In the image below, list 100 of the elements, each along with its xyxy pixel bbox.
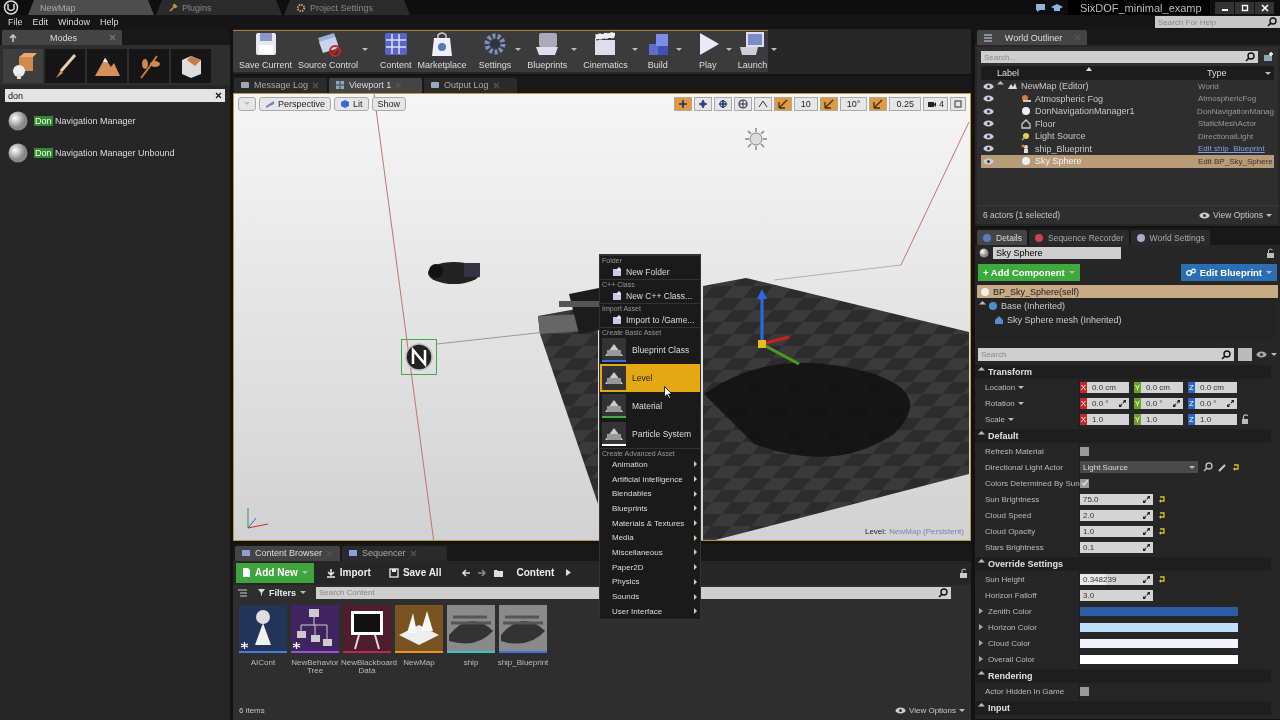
menu-item[interactable]: Animation (600, 457, 700, 472)
color-swatch[interactable] (1080, 606, 1238, 616)
category-header[interactable]: Input (975, 701, 1271, 715)
panel-tab[interactable]: Sequencer (342, 545, 447, 561)
expander-arrow-icon[interactable] (979, 624, 983, 630)
maximize-viewport-button[interactable] (950, 96, 966, 111)
asset-thumbnail[interactable] (343, 604, 391, 651)
forward-button[interactable] (477, 567, 488, 578)
menu-item[interactable]: Blueprint Class (600, 336, 700, 364)
asset-thumbnail[interactable] (447, 604, 495, 651)
outliner-row[interactable]: DonNavigationManager1 DonNavigationManag (981, 105, 1274, 118)
menu-item[interactable]: Blendables (600, 486, 700, 502)
mode-button[interactable] (171, 49, 211, 83)
viewport-mode-button[interactable]: Lit (334, 96, 369, 111)
blueprint-link[interactable]: Edit ship_Blueprint (1198, 144, 1265, 154)
column-header[interactable]: Label (997, 68, 1207, 78)
asset-thumbnail[interactable] (239, 604, 287, 651)
toolbar-button[interactable]: Content (377, 31, 415, 72)
visibility-button[interactable] (1256, 351, 1267, 358)
panel-tab[interactable]: World Settings (1130, 230, 1210, 245)
search-input[interactable]: Search Content (319, 586, 591, 599)
toolbar-button[interactable]: Blueprints (524, 31, 581, 72)
snap-value[interactable]: 10° (839, 96, 868, 111)
filters-button[interactable]: Filters (252, 585, 312, 600)
menu-item[interactable]: Paper2D (600, 559, 700, 575)
menu-item[interactable]: Media (600, 530, 700, 546)
panel-tab[interactable]: Content Browser (235, 545, 340, 561)
menu-item[interactable]: Physics (600, 574, 700, 590)
dropdown[interactable]: Light Source (1080, 461, 1198, 473)
toolbar-button[interactable]: Save Current (236, 31, 296, 72)
minimize-button[interactable] (1215, 1, 1234, 14)
number-field[interactable]: 3.0 (1080, 589, 1153, 601)
outliner-row[interactable]: Light Source DirectionalLight (981, 130, 1274, 143)
checkbox[interactable] (1080, 478, 1089, 488)
menu-item[interactable]: Import to /Game... (600, 312, 700, 327)
component-row[interactable]: BP_Sky_Sphere(self) (977, 285, 1278, 298)
number-field[interactable]: 2.0 (1080, 509, 1153, 521)
panel-tab[interactable]: Viewport 1 (329, 77, 422, 93)
panel-tab[interactable]: World Outliner (977, 30, 1087, 45)
number-field[interactable]: 1.0 (1087, 413, 1129, 425)
number-field[interactable]: 0.0 ° (1141, 397, 1183, 409)
toolbar-button[interactable]: Marketplace (414, 31, 470, 72)
toolbar-button[interactable]: Source Control (295, 31, 372, 72)
panel-tab[interactable]: Sequence Recorder (1029, 230, 1129, 245)
outliner-row[interactable]: Atmospheric Fog AtmosphericFog (981, 92, 1274, 105)
save-all-button[interactable]: Save All (382, 562, 448, 583)
mode-button[interactable] (3, 49, 43, 83)
component-row[interactable]: Sky Sphere mesh (Inherited) (977, 313, 1278, 326)
placeable-item[interactable]: Don Navigation Manager (0, 106, 230, 136)
menu-item[interactable]: Miscellaneous (600, 545, 700, 560)
menu-item[interactable]: Help (95, 17, 124, 27)
panel-tab[interactable]: Modes (2, 30, 122, 45)
placeable-item[interactable]: Don Navigation Manager Unbound (0, 138, 230, 168)
outliner-row[interactable]: NewMap (Editor) World (981, 80, 1274, 93)
document-tab[interactable]: Plugins (156, 0, 282, 15)
checkbox[interactable] (1080, 446, 1089, 456)
outliner-row[interactable]: Sky Sphere Edit BP_Sky_Sphere (981, 155, 1274, 168)
menu-item[interactable]: Window (53, 17, 96, 27)
snap-toggle-button[interactable] (869, 96, 888, 111)
menu-item[interactable]: New Folder (600, 264, 700, 279)
number-field[interactable]: 0.1 (1080, 541, 1153, 553)
viewport-mode-button[interactable]: Perspective (259, 96, 332, 111)
view-options-button[interactable]: View Options (1199, 210, 1272, 220)
toolbar-button[interactable]: Settings (475, 31, 525, 72)
category-header[interactable]: Override Settings (975, 557, 1271, 571)
menu-item[interactable]: File (3, 17, 28, 27)
menu-item[interactable]: Materials & Textures (600, 515, 700, 531)
import-button[interactable]: Import (319, 562, 377, 583)
expander-arrow-icon[interactable] (979, 640, 983, 646)
menu-item[interactable]: Level (600, 364, 700, 392)
panel-tab[interactable]: Details (977, 230, 1027, 245)
back-button[interactable] (461, 567, 472, 578)
asset-thumbnail[interactable] (291, 604, 339, 651)
number-field[interactable]: 1.0 (1080, 525, 1153, 537)
clear-button[interactable] (215, 92, 222, 99)
number-field[interactable]: 75.0 (1080, 493, 1153, 505)
snap-toggle-button[interactable] (819, 96, 838, 111)
number-field[interactable]: 0.0 cm (1087, 381, 1129, 393)
menu-item[interactable]: Blueprints (600, 501, 700, 516)
asset-thumbnail[interactable] (499, 604, 547, 651)
number-field[interactable]: 0.0 cm (1141, 381, 1183, 393)
snap-value[interactable]: 10 (793, 96, 818, 111)
category-header[interactable]: Transform (975, 365, 1271, 379)
world-space-button[interactable] (733, 96, 752, 111)
panel-tab[interactable]: Output Log (424, 77, 517, 93)
menu-item[interactable]: Material (600, 392, 700, 420)
number-field[interactable]: 1.0 (1195, 413, 1237, 425)
menu-item[interactable]: Edit (27, 17, 54, 27)
menu-item[interactable]: User Interface (600, 603, 700, 619)
category-header[interactable]: Default (975, 429, 1271, 443)
menu-item[interactable]: Artificial Intelligence (600, 471, 700, 487)
component-row[interactable]: Base (Inherited) (977, 299, 1278, 312)
number-field[interactable]: 0.348239 (1080, 573, 1153, 585)
menu-item[interactable]: Particle System (600, 420, 700, 448)
add-actor-button[interactable] (1262, 52, 1274, 62)
transform-tool-button[interactable] (673, 96, 692, 111)
outliner-row[interactable]: ship_Blueprint Edit ship_Blueprint (981, 142, 1274, 155)
viewport-mode-button[interactable]: Show (371, 96, 407, 111)
menu-item[interactable]: Sounds (600, 589, 700, 604)
snap-toggle-button[interactable] (773, 96, 792, 111)
